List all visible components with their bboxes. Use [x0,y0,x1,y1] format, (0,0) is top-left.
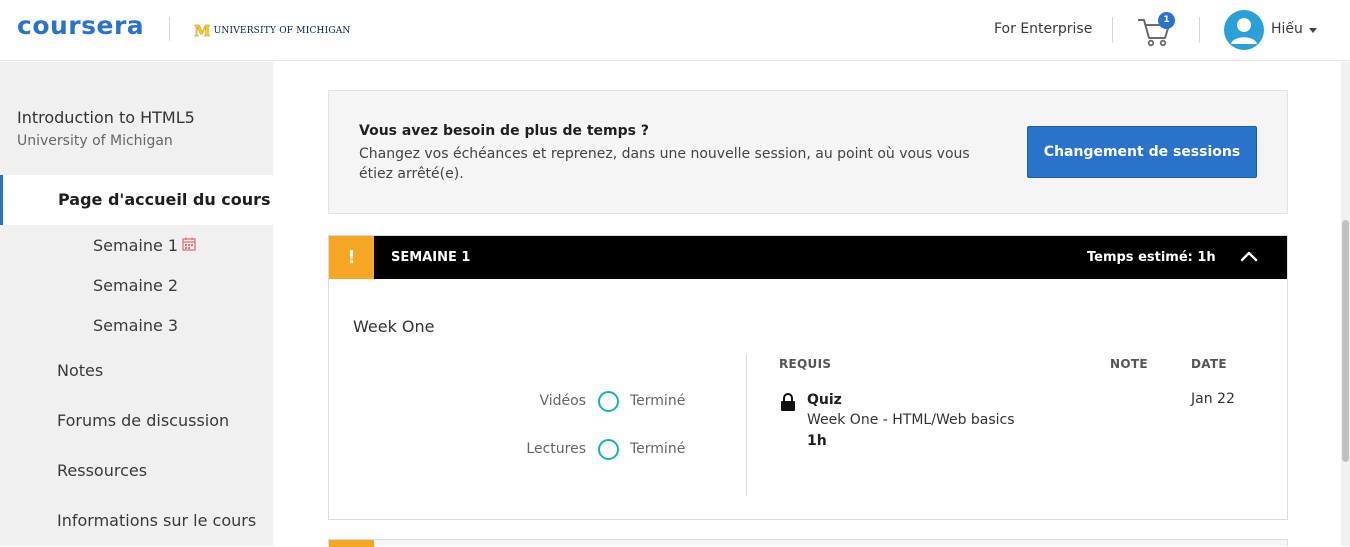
course-title[interactable]: Introduction to HTML5 [17,108,195,127]
header-divider [1112,17,1113,43]
chevron-down-icon[interactable] [1309,28,1317,33]
for-enterprise-link[interactable]: For Enterprise [994,21,1092,37]
next-week-card [328,539,1288,547]
requirement-duration: 1h [807,433,827,449]
top-header: coursera M UNIVERSITY OF MICHIGAN For En… [0,0,1350,61]
banner-title: Vous avez besoin de plus de temps ? [359,123,649,139]
more-time-banner: Vous avez besoin de plus de temps ? Chan… [328,90,1288,214]
week-1-card: ! SEMAINE 1 Temps estimé: 1h Week One Vi… [328,235,1288,520]
progress-label-videos: Vidéos [539,393,586,409]
sidebar-item-course-info[interactable]: Informations sur le cours [57,511,256,530]
umich-m-mark: M [194,22,211,40]
calendar-icon [182,237,196,251]
progress-status-videos: Terminé [630,393,686,409]
warning-icon: ! [329,236,374,279]
sidebar-item-week-1[interactable]: Semaine 1 [93,236,178,255]
sidebar-item-course-home[interactable]: Page d'accueil du cours [0,175,273,225]
sidebar-item-notes[interactable]: Notes [57,361,103,380]
sidebar-item-resources[interactable]: Ressources [57,461,147,480]
column-header-grade: NOTE [1110,357,1148,371]
progress-circle-icon [598,439,619,460]
university-logo[interactable]: M UNIVERSITY OF MICHIGAN [194,22,351,40]
requirement-name[interactable]: Week One - HTML/Web basics [807,412,1015,428]
sidebar-item-week-3[interactable]: Semaine 3 [93,316,178,335]
sidebar-item-forums[interactable]: Forums de discussion [57,411,229,430]
cart-count-badge: 1 [1158,12,1175,29]
week-header[interactable]: ! SEMAINE 1 Temps estimé: 1h [329,236,1287,279]
progress-circle-icon [598,391,619,412]
coursera-logo[interactable]: coursera [17,11,144,40]
column-divider [746,354,747,496]
course-institution: University of Michigan [17,133,173,149]
week-title: Week One [353,317,435,336]
user-name[interactable]: Hiếu [1271,21,1303,37]
column-header-required: REQUIS [779,357,832,371]
header-divider [1199,17,1200,43]
header-divider [169,17,170,41]
chevron-up-icon[interactable] [1240,250,1258,262]
sidebar-item-label: Page d'accueil du cours [58,190,271,209]
banner-text: Changez vos échéances et reprenez, dans … [359,146,970,182]
lock-icon [781,393,795,411]
time-estimate: Temps estimé: 1h [1087,250,1216,265]
requirement-date: Jan 22 [1191,391,1235,407]
umich-wordmark: UNIVERSITY OF MICHIGAN [213,26,351,36]
change-session-button[interactable]: Changement de sessions [1027,126,1257,178]
progress-label-readings: Lectures [526,441,586,457]
user-avatar-icon[interactable] [1224,10,1264,50]
progress-status-readings: Terminé [630,441,686,457]
requirement-type[interactable]: Quiz [807,392,842,408]
sidebar-item-week-2[interactable]: Semaine 2 [93,276,178,295]
column-header-date: DATE [1191,357,1227,371]
scrollbar-thumb[interactable] [1342,220,1349,462]
week-label: SEMAINE 1 [391,250,471,265]
